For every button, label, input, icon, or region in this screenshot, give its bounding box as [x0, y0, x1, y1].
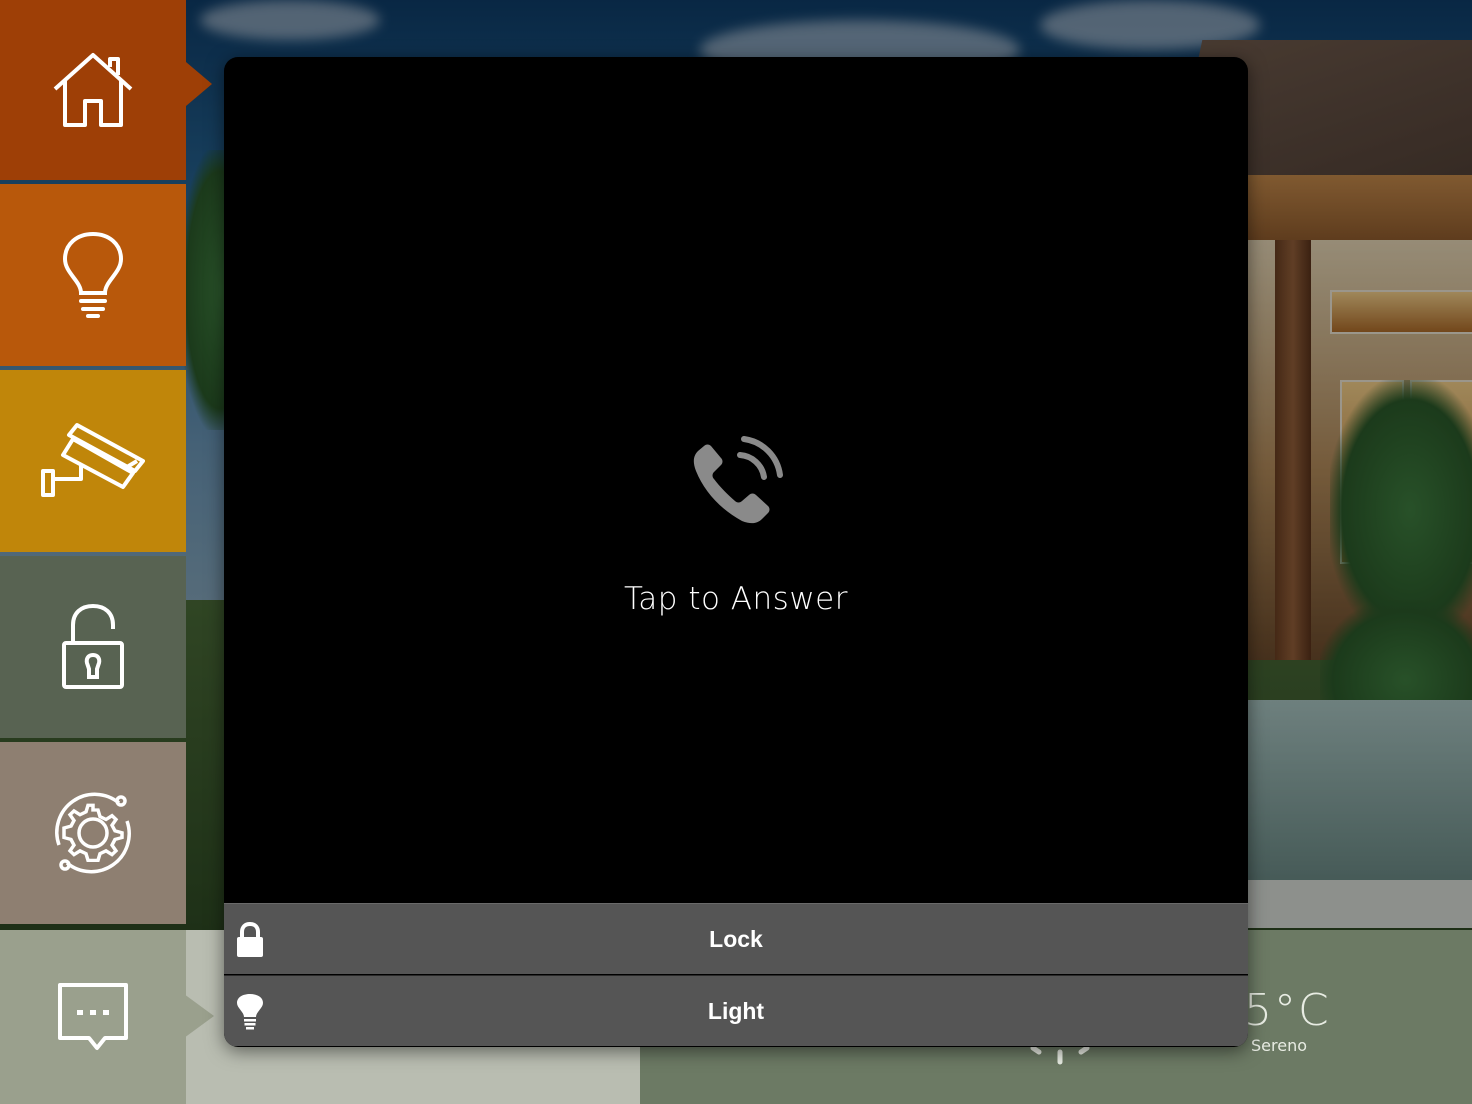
home-icon — [53, 53, 133, 127]
lightbulb-icon — [62, 231, 124, 318]
lock-button-label: Lock — [709, 926, 763, 952]
sidebar-item-settings[interactable] — [0, 742, 186, 924]
sidebar-item-cameras[interactable] — [0, 370, 186, 552]
intercom-call-dialog: Tap to Answer Lock Light — [224, 57, 1248, 1047]
sidebar-item-locks[interactable] — [0, 556, 186, 738]
sidebar-item-home[interactable] — [0, 0, 186, 180]
phone-ringing-icon — [693, 436, 783, 524]
light-button-label: Light — [707, 998, 765, 1024]
active-indicator-arrow — [186, 62, 212, 106]
sidebar-item-messages[interactable] — [0, 930, 186, 1104]
messages-indicator-arrow — [184, 994, 214, 1038]
unlocked-padlock-icon — [62, 603, 124, 689]
security-camera-icon — [41, 423, 145, 497]
sidebar — [0, 0, 214, 1104]
weather-temperature: 5°C — [1244, 985, 1331, 1036]
weather-condition: Sereno — [1251, 1036, 1307, 1055]
tap-to-answer-label: Tap to Answer — [624, 581, 848, 617]
chat-bubble-icon — [58, 983, 128, 1050]
lock-button[interactable]: Lock — [224, 903, 1248, 974]
answer-call-area[interactable]: Tap to Answer — [224, 57, 1248, 903]
light-button[interactable]: Light — [224, 975, 1248, 1046]
gear-icon — [55, 792, 131, 874]
sidebar-item-lights[interactable] — [0, 184, 186, 366]
